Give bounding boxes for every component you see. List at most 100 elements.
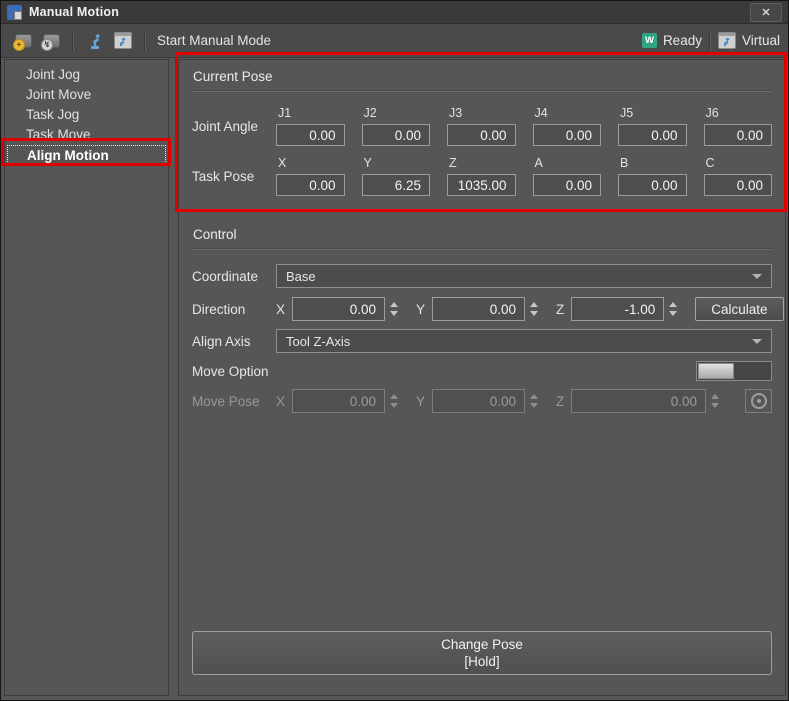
x-label: X <box>276 156 345 170</box>
toolbar-separator <box>144 30 146 52</box>
coordinate-value: Base <box>286 269 316 284</box>
chevron-down-icon <box>752 339 762 344</box>
target-icon <box>751 393 767 409</box>
coordinate-dropdown[interactable]: Base <box>276 264 772 288</box>
direction-y-spinner: Y 0.00 <box>416 297 538 321</box>
c-label: C <box>704 156 773 170</box>
move-pose-label: Move Pose <box>192 394 276 409</box>
j5-label: J5 <box>618 106 687 120</box>
control-title: Control <box>192 218 772 248</box>
task-pose-label: Task Pose <box>192 169 276 184</box>
manual-motion-window: Manual Motion ✕ + ↯ <box>0 0 789 701</box>
z-value-field: 1035.00 <box>447 174 516 196</box>
sidebar-item-joint-jog[interactable]: Joint Jog <box>5 65 168 85</box>
direction-x-label: X <box>276 302 285 317</box>
spin-down-icon <box>530 403 538 408</box>
motion-menu-sidebar: Joint Jog Joint Move Task Jog Task Move … <box>4 59 169 696</box>
title-bar: Manual Motion ✕ <box>1 1 788 24</box>
toolbar: + ↯ Start Manual Mode <box>1 24 788 58</box>
spin-up-icon[interactable] <box>530 302 538 307</box>
spin-down-icon <box>711 403 719 408</box>
sidebar-item-align-motion[interactable]: Align Motion <box>7 145 166 166</box>
align-axis-dropdown[interactable]: Tool Z-Axis <box>276 329 772 353</box>
virtual-mode-label: Virtual <box>742 33 780 48</box>
controller-status: W Ready <box>642 33 702 48</box>
x-value-field: 0.00 <box>276 174 345 196</box>
a-label: A <box>533 156 602 170</box>
toggle-knob <box>698 363 734 379</box>
change-pose-hold-label: [Hold] <box>464 653 499 670</box>
move-pose-y-spinner: Y 0.00 <box>416 389 538 413</box>
move-pose-y-input: 0.00 <box>432 389 525 413</box>
window-title: Manual Motion <box>29 5 119 19</box>
servo-power-badge-icon: ↯ <box>41 39 53 51</box>
j6-value-field: 0.00 <box>704 124 773 146</box>
sidebar-item-task-jog[interactable]: Task Jog <box>5 105 168 125</box>
spin-up-icon <box>530 394 538 399</box>
coordinate-row: Coordinate Base <box>192 264 772 288</box>
get-current-pose-button <box>745 389 772 413</box>
move-pose-x-spinner: X 0.00 <box>276 389 398 413</box>
servo-power-button[interactable]: ↯ <box>39 29 63 53</box>
direction-z-input[interactable]: -1.00 <box>571 297 664 321</box>
close-icon[interactable]: ✕ <box>750 3 782 22</box>
direction-y-label: Y <box>416 302 425 317</box>
move-pose-x-label: X <box>276 394 285 409</box>
ready-state-label: Ready <box>663 33 702 48</box>
sidebar-item-joint-move[interactable]: Joint Move <box>5 85 168 105</box>
calculate-button[interactable]: Calculate <box>695 297 783 321</box>
spin-up-icon <box>711 394 719 399</box>
move-pose-y-label: Y <box>416 394 425 409</box>
toolbar-separator <box>72 30 74 52</box>
start-manual-mode-label: Start Manual Mode <box>157 33 271 48</box>
c-value-field: 0.00 <box>704 174 773 196</box>
joint-angle-label: Joint Angle <box>192 119 276 134</box>
app-icon <box>7 5 22 20</box>
current-pose-divider <box>192 90 772 92</box>
align-axis-row: Align Axis Tool Z-Axis <box>192 329 772 353</box>
move-pose-row: Move Pose X 0.00 Y 0.00 Z 0.00 <box>192 389 772 413</box>
y-label: Y <box>362 156 431 170</box>
move-pose-x-input: 0.00 <box>292 389 385 413</box>
move-option-toggle[interactable] <box>696 361 772 381</box>
spin-down-icon <box>390 403 398 408</box>
a-value-field: 0.00 <box>533 174 602 196</box>
j1-label: J1 <box>276 106 345 120</box>
control-divider <box>192 248 772 250</box>
direction-y-input[interactable]: 0.00 <box>432 297 525 321</box>
j3-label: J3 <box>447 106 516 120</box>
servo-on-button[interactable]: + <box>11 29 35 53</box>
spin-up-icon[interactable] <box>390 302 398 307</box>
move-option-row: Move Option <box>192 361 772 381</box>
align-axis-value: Tool Z-Axis <box>286 334 350 349</box>
direction-z-label: Z <box>556 302 564 317</box>
simulator-window-button[interactable] <box>111 29 135 53</box>
direction-row: Direction X 0.00 Y 0.00 Z -1.00 <box>192 297 772 321</box>
y-value-field: 6.25 <box>362 174 431 196</box>
j4-value-field: 0.00 <box>533 124 602 146</box>
virtual-mode-status: Virtual <box>718 32 780 49</box>
direction-x-spinner: X 0.00 <box>276 297 398 321</box>
virtual-mode-icon <box>718 32 736 49</box>
sidebar-item-task-move[interactable]: Task Move <box>5 125 168 145</box>
move-pose-z-spinner: Z 0.00 <box>556 389 719 413</box>
spin-up-icon[interactable] <box>669 302 677 307</box>
j4-label: J4 <box>533 106 602 120</box>
spin-down-icon[interactable] <box>390 311 398 316</box>
move-option-label: Move Option <box>192 364 276 379</box>
simulator-window-icon <box>114 32 132 49</box>
chevron-down-icon <box>752 274 762 279</box>
j1-value-field: 0.00 <box>276 124 345 146</box>
servo-on-badge-icon: + <box>13 39 25 51</box>
b-value-field: 0.00 <box>618 174 687 196</box>
robot-arm-icon <box>86 32 104 50</box>
move-pose-z-input: 0.00 <box>571 389 706 413</box>
spin-down-icon[interactable] <box>669 311 677 316</box>
j6-label: J6 <box>704 106 773 120</box>
direction-x-input[interactable]: 0.00 <box>292 297 385 321</box>
change-pose-button[interactable]: Change Pose [Hold] <box>192 631 772 675</box>
spin-down-icon[interactable] <box>530 311 538 316</box>
coordinate-label: Coordinate <box>192 269 276 284</box>
robot-jog-button[interactable] <box>83 29 107 53</box>
direction-label: Direction <box>192 302 276 317</box>
